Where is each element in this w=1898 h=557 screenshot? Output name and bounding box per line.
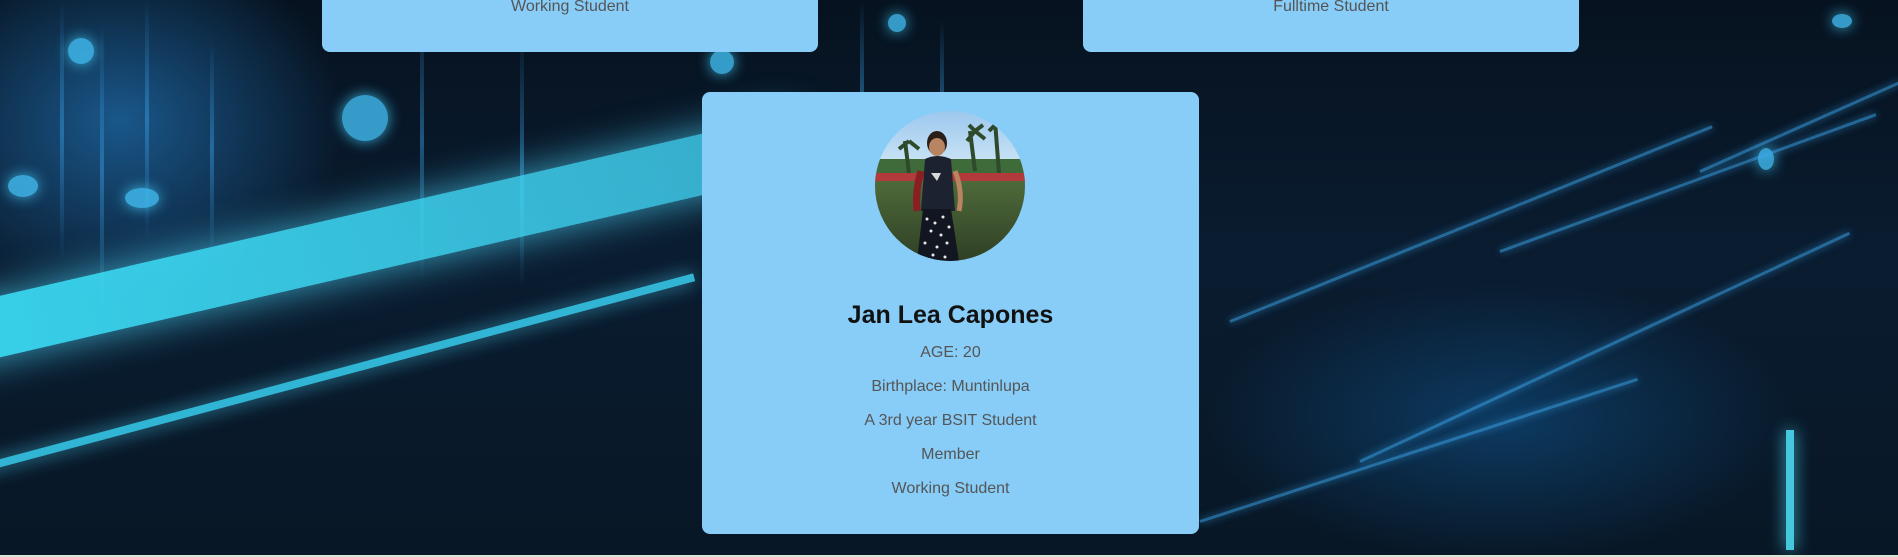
bokeh-light xyxy=(710,50,734,74)
member-birthplace: Birthplace: Muntinlupa xyxy=(871,378,1030,395)
member-role: Member xyxy=(921,446,980,463)
member-status: Working Student xyxy=(891,480,1010,497)
member-status: Fulltime Student xyxy=(1273,0,1389,15)
light-streak xyxy=(60,0,64,260)
light-streak xyxy=(210,40,214,260)
avatar xyxy=(875,111,1025,261)
member-status: Working Student xyxy=(511,0,629,15)
profile-photo-icon xyxy=(875,111,1025,261)
bokeh-light xyxy=(342,95,388,141)
light-streak xyxy=(520,30,524,290)
bokeh-light xyxy=(125,188,159,208)
member-card: Jan Lea Capones AGE: 20 Birthplace: Munt… xyxy=(702,92,1199,534)
circuit-line xyxy=(1199,377,1638,523)
bokeh-light xyxy=(68,38,94,64)
bokeh-light xyxy=(1832,14,1852,28)
light-beam xyxy=(0,113,804,375)
member-age: AGE: 20 xyxy=(920,344,981,361)
circuit-line xyxy=(1359,231,1851,463)
bokeh-light xyxy=(888,14,906,32)
member-year-level: A 3rd year BSIT Student xyxy=(864,412,1037,429)
member-card-partial: Working Student xyxy=(322,0,818,52)
member-name: Jan Lea Capones xyxy=(847,301,1054,329)
light-beam xyxy=(1786,430,1794,550)
circuit-line xyxy=(1699,80,1898,173)
member-card-partial: Fulltime Student xyxy=(1083,0,1579,52)
bokeh-light xyxy=(8,175,38,197)
circuit-line xyxy=(1229,125,1713,323)
